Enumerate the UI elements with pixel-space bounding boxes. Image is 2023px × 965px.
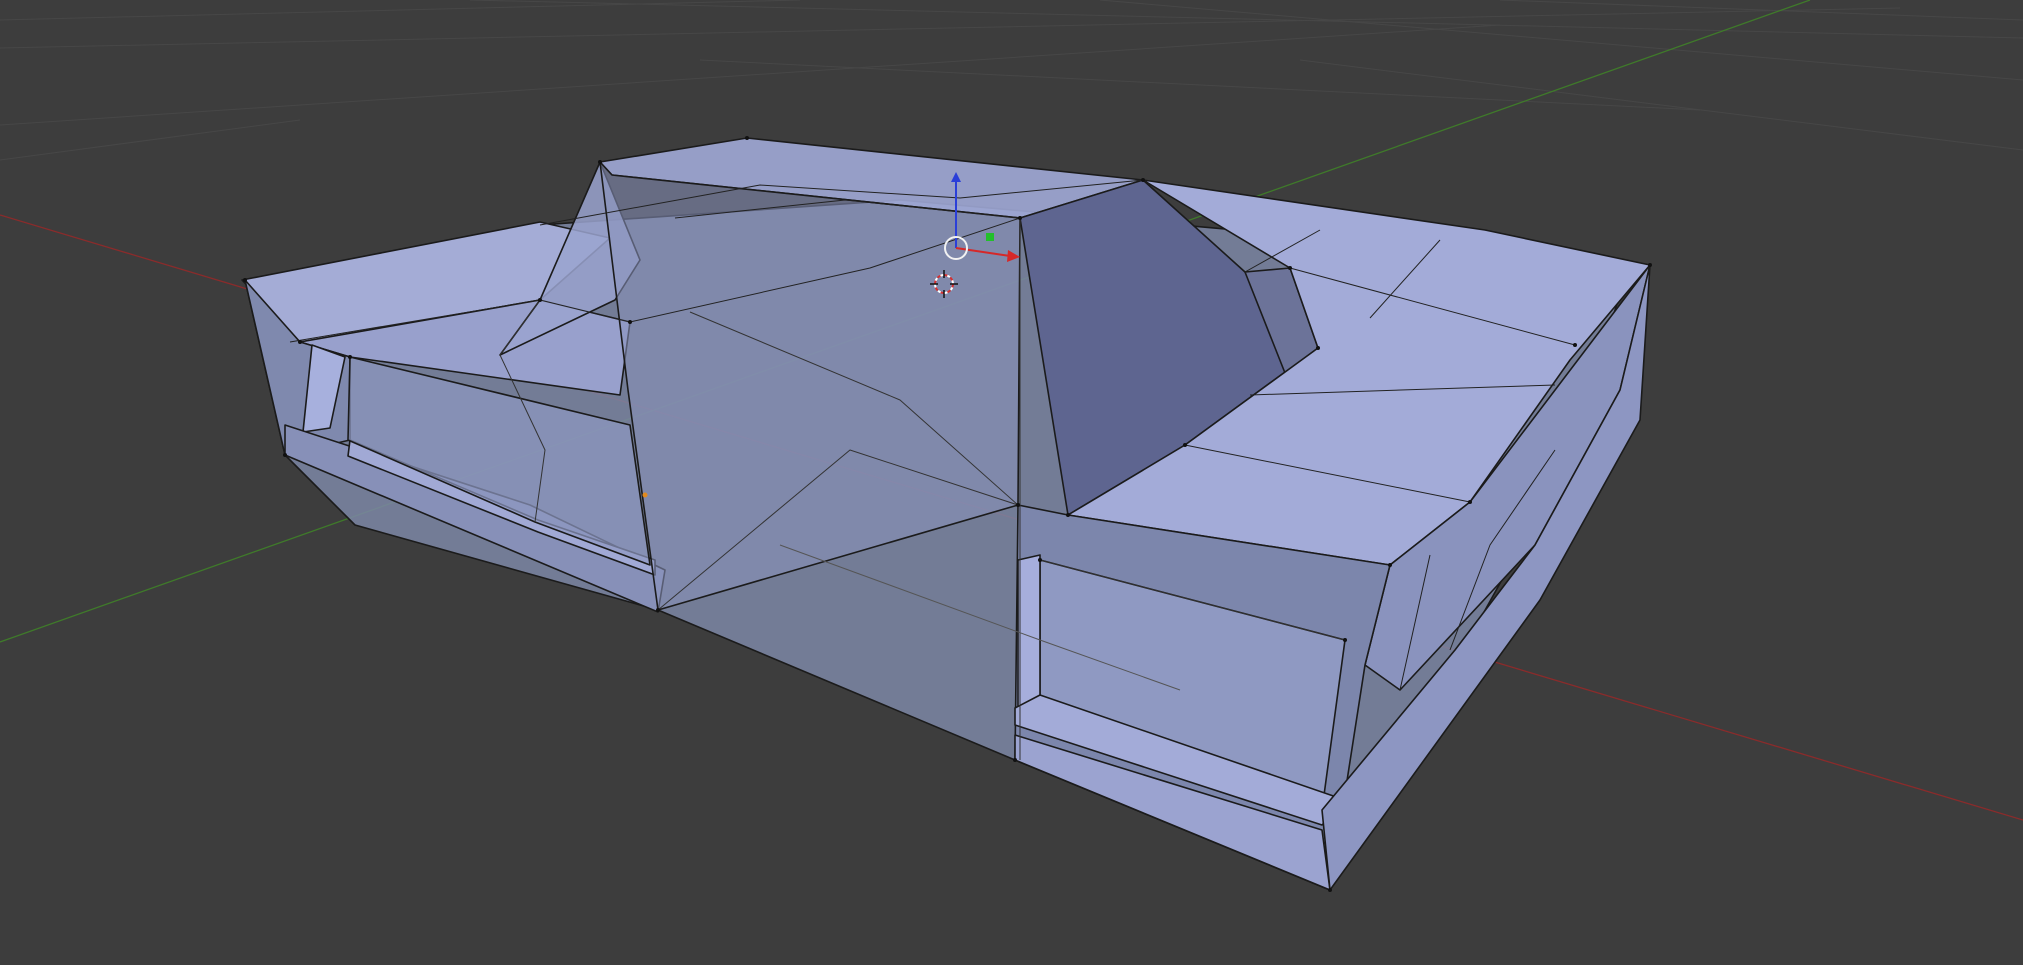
gizmo-y-handle-icon[interactable]: [986, 233, 994, 241]
floor-grid: [0, 0, 2023, 161]
3d-viewport[interactable]: [0, 0, 2023, 965]
viewport-canvas[interactable]: [0, 0, 2023, 965]
